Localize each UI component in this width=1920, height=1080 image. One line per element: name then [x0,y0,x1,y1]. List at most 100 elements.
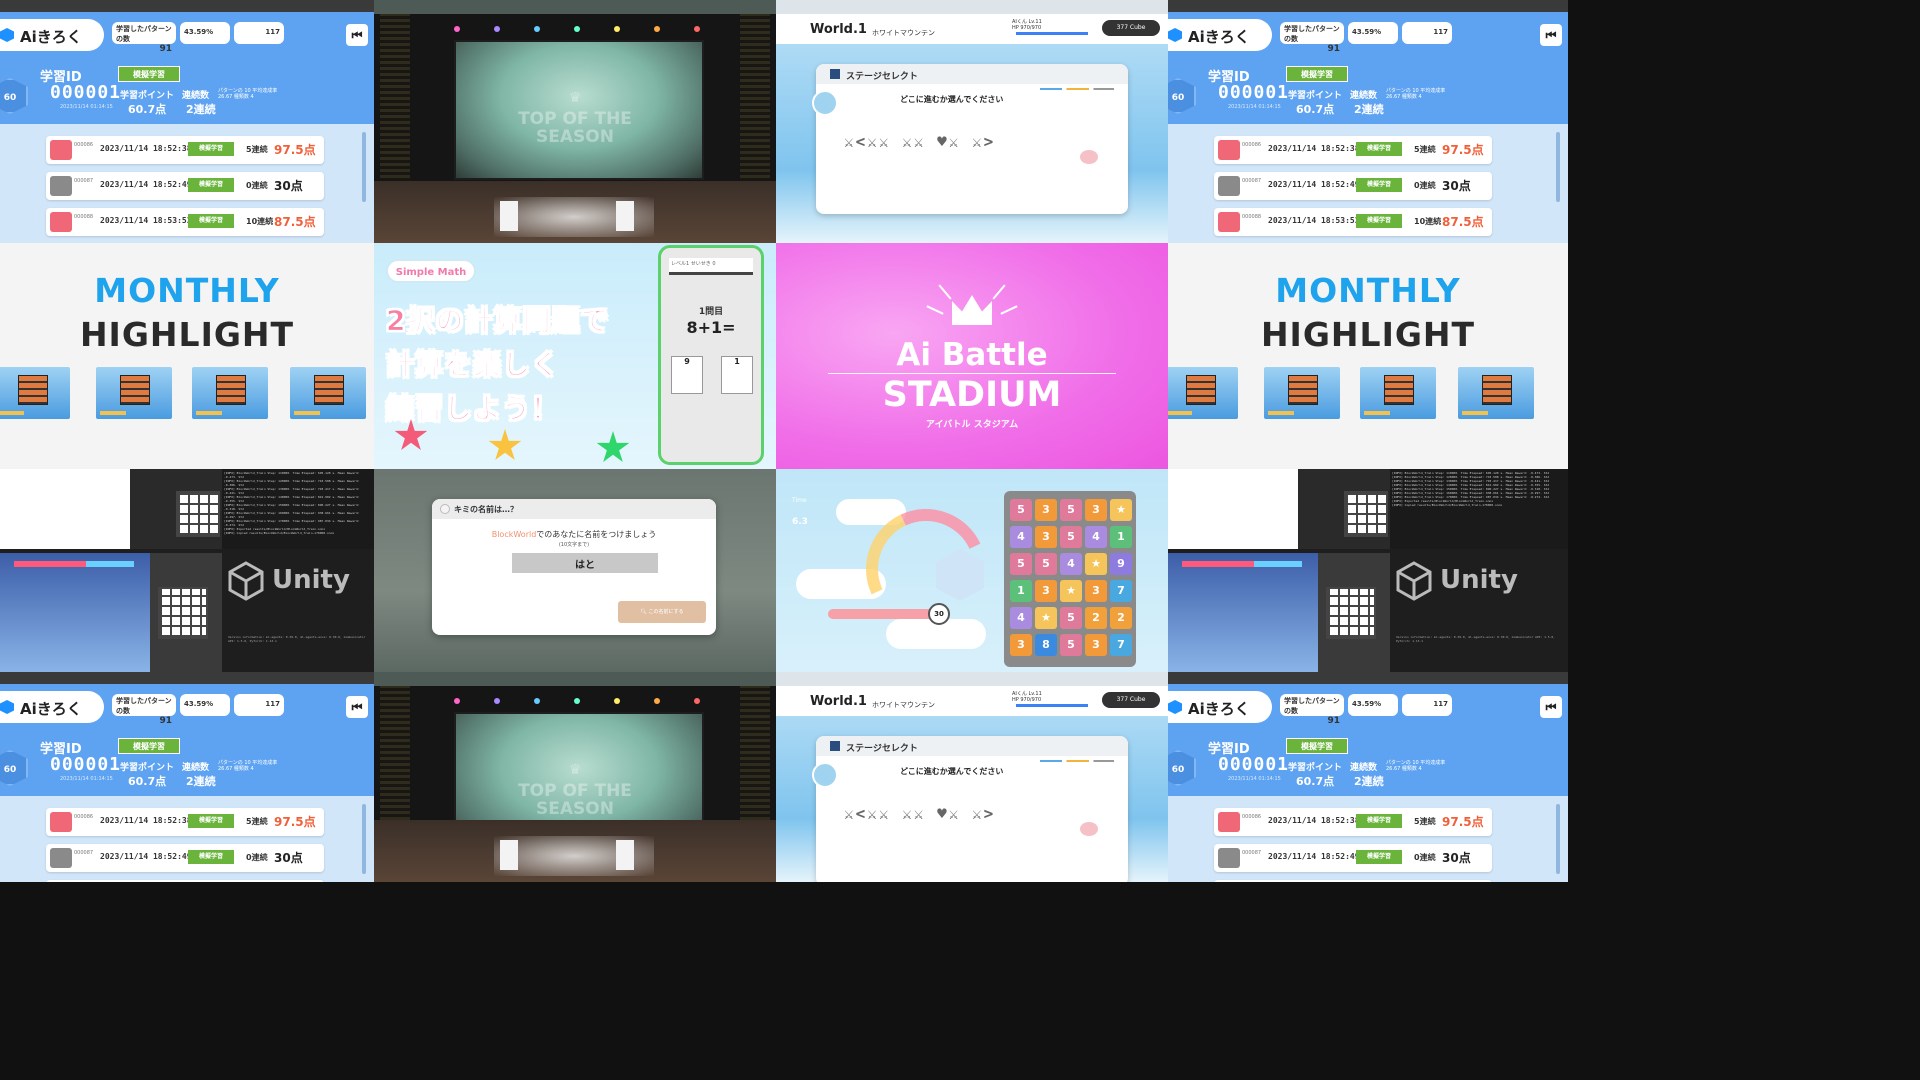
hp-bar [1016,32,1088,35]
record-row[interactable]: 000086 2023/11/14 18:52:38 模擬学習 5連続 97.5点 [46,136,324,164]
number-cell[interactable]: 4 [1060,553,1082,575]
highlight-thumbnail[interactable] [1458,367,1534,419]
number-cell[interactable]: 5 [1060,607,1082,629]
scrollbar[interactable] [1556,132,1560,202]
number-cell[interactable]: 3 [1010,634,1032,656]
highlight-thumbnail[interactable] [96,367,172,419]
number-cell[interactable]: 5 [1060,634,1082,656]
star-cell[interactable]: ★ [1060,580,1082,602]
hp-bar [14,561,134,567]
highlight-thumbnail[interactable] [1264,367,1340,419]
number-cell[interactable]: 4 [1010,607,1032,629]
highlight-thumbnail[interactable] [192,367,268,419]
skip-back-button[interactable]: ⏮ [1540,696,1562,718]
block-grid [1344,491,1388,537]
skip-back-button[interactable]: ⏮ [346,696,368,718]
number-cell[interactable]: 3 [1085,580,1107,602]
number-cell[interactable]: 1 [1010,580,1032,602]
avatar-icon [440,504,450,514]
pattern-count-value: 91 [1327,44,1340,54]
number-cell[interactable]: 8 [1035,634,1057,656]
boss-icon[interactable] [1080,150,1098,164]
accuracy-badge: 43.59% [180,22,230,44]
stage-map[interactable]: ⚔<⚔⚔ ⚔⚔ ♥⚔ ⚔> [844,804,1114,864]
record-row[interactable]: 000087 2023/11/14 18:52:49 模擬学習 0連続 30点 [46,172,324,200]
pattern-count-value: 91 [159,716,172,726]
stage-question: どこに進むか選んでください [900,95,1004,104]
record-row[interactable]: 000087 2023/11/14 18:52:49 模擬学習 0連続 30点 [1214,172,1492,200]
star-cell[interactable]: ★ [1085,553,1107,575]
puzzle-board: 5 3 5 3 ★ 4 3 5 4 1 5 5 4 ★ 9 1 3 ★ 3 7 4 ★ 5 2 2 3 8 5 3 7 [1004,491,1136,667]
answer-right-button[interactable]: 1 [721,356,753,394]
phone-mockup: レベル1 せいせき 0 1問目 8+1= 9 1 [658,245,764,465]
scrollbar[interactable] [362,132,366,202]
crown-ray [992,284,1006,300]
confirm-name-label: この名前にする [648,609,684,615]
number-cell[interactable]: 7 [1110,634,1132,656]
skip-back-button[interactable]: ⏮ [1540,24,1562,46]
points-label: 学習ポイント [120,763,175,773]
record-tag: 模擬学習 [188,178,234,192]
confirm-name-button[interactable]: 🔍︎ この名前にする [618,601,706,623]
record-row[interactable]: 0000882023/11/14 18:53:53模擬学習10連続87.5点 [46,880,324,882]
record-datetime: 2023/11/14 18:52:38 [1268,144,1360,153]
number-cell[interactable]: 3 [1035,526,1057,548]
training-console: [INFO] BlockWorld_Train Step: 110000. Ti… [1390,469,1568,549]
console-line: [INFO] BlockWorld_Train Step: 120000. Ti… [224,479,360,487]
record-row[interactable]: 0000882023/11/14 18:53:53模擬学習10連続87.5点 [46,208,324,236]
record-row[interactable]: 000087 2023/11/14 18:52:49 模擬学習 0連続 30点 [1214,844,1492,872]
record-row[interactable]: 0000882023/11/14 18:53:53模擬学習10連続87.5点 [1214,880,1492,882]
scrollbar[interactable] [362,804,366,874]
answer-left-button[interactable]: 9 [671,356,703,394]
highlight-thumbnail[interactable] [1360,367,1436,419]
record-row[interactable]: 0000882023/11/14 18:53:53模擬学習10連続87.5点 [1214,208,1492,236]
light-post [616,201,634,231]
number-cell[interactable]: 4 [1010,526,1032,548]
light [534,26,540,32]
record-row[interactable]: 000086 2023/11/14 18:52:38 模擬学習 5連続 97.5点 [1214,136,1492,164]
version-info: Version information: ml-agents: 0.30.0, … [1396,635,1555,643]
number-cell[interactable]: 5 [1035,553,1057,575]
record-row[interactable]: 000086 2023/11/14 18:52:38 模擬学習 5連続 97.5点 [46,808,324,836]
number-cell[interactable]: 7 [1110,580,1132,602]
app-name: Aiきろく [1188,28,1250,46]
number-cell[interactable]: 3 [1035,580,1057,602]
stage-map[interactable]: ⚔<⚔⚔ ⚔⚔ ♥⚔ ⚔> [844,132,1114,192]
record-row[interactable]: 000086 2023/11/14 18:52:38 模擬学習 5連続 97.5点 [1214,808,1492,836]
highlight-thumbnail[interactable] [290,367,366,419]
star-cell[interactable]: ★ [1035,607,1057,629]
number-cell[interactable]: 2 [1085,607,1107,629]
record-tag: 模擬学習 [1356,850,1402,864]
star-cell[interactable]: ★ [1110,499,1132,521]
pattern-count-label: 学習したパターンの数 [116,697,172,715]
thumb-bar [1462,411,1488,415]
number-cell[interactable]: 5 [1010,499,1032,521]
highlight-thumbnail[interactable] [1168,367,1238,419]
highlight-thumbnail[interactable] [0,367,70,419]
thumb-bar [1168,411,1192,415]
number-cell[interactable]: 4 [1085,526,1107,548]
number-cell[interactable]: 3 [1035,499,1057,521]
record-row[interactable]: 000087 2023/11/14 18:52:49 模擬学習 0連続 30点 [46,844,324,872]
world-select-tile: World.1 ホワイトマウンテン AIくん Lv.11 HP 970/970 3… [776,0,1168,243]
unity-logo-text: Unity [1440,565,1518,595]
skip-back-button[interactable]: ⏮ [346,24,368,46]
skip-back-icon: ⏮ [351,700,363,714]
record-tag: 模擬学習 [188,214,234,228]
number-cell[interactable]: 5 [1060,526,1082,548]
scrollbar[interactable] [1556,804,1560,874]
streak-value: 2連続 [1354,103,1384,116]
thumb-grid [1384,375,1414,405]
number-cell[interactable]: 3 [1085,634,1107,656]
number-cell[interactable]: 1 [1110,526,1132,548]
number-cell[interactable]: 2 [1110,607,1132,629]
number-cell[interactable]: 3 [1085,499,1107,521]
pattern-count-value: 91 [1327,716,1340,726]
number-cell[interactable]: 5 [1060,499,1082,521]
number-cell[interactable]: 9 [1110,553,1132,575]
hexagon-icon [0,28,14,42]
name-input[interactable] [512,553,658,573]
os-taskbar [1168,672,1568,684]
boss-icon[interactable] [1080,822,1098,836]
number-cell[interactable]: 5 [1010,553,1032,575]
